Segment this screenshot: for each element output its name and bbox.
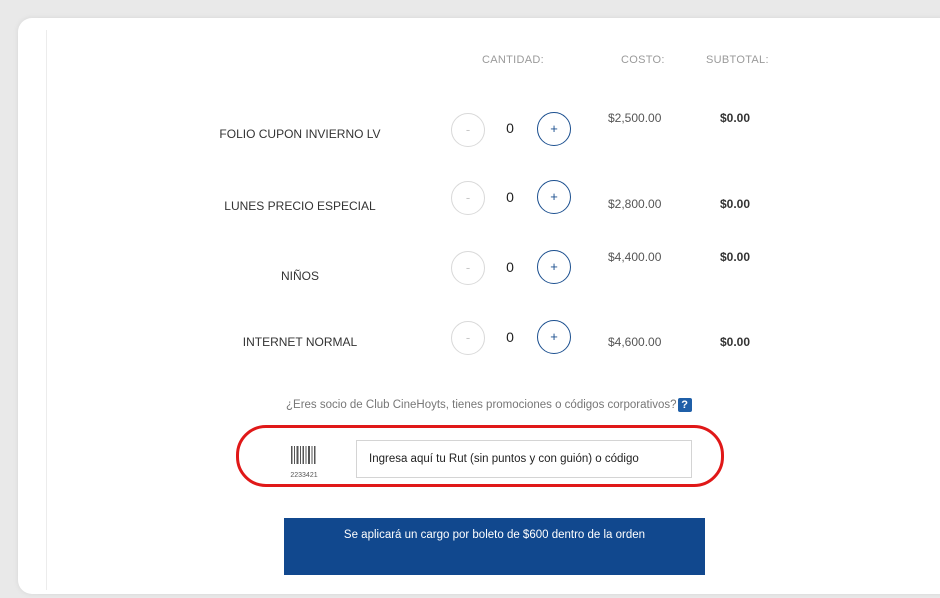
ticket-subtotal: $0.00 bbox=[720, 250, 751, 264]
quantity-value: 0 bbox=[506, 189, 514, 205]
promo-question: ¿Eres socio de Club CineHoyts, tienes pr… bbox=[286, 398, 706, 412]
increase-button[interactable]: + bbox=[537, 112, 571, 146]
increase-button[interactable]: + bbox=[537, 180, 571, 214]
quantity-value: 0 bbox=[506, 120, 514, 136]
ticket-subtotal: $0.00 bbox=[720, 335, 751, 349]
header-subtotal: SUBTOTAL: bbox=[706, 54, 769, 66]
ticket-label: INTERNET NORMAL bbox=[242, 335, 358, 349]
quantity-value: 0 bbox=[506, 329, 514, 345]
ticket-subtotal: $0.00 bbox=[720, 197, 751, 211]
quantity-value: 0 bbox=[506, 259, 514, 275]
help-icon[interactable]: ? bbox=[677, 398, 692, 412]
ticket-label: LUNES PRECIO ESPECIAL bbox=[224, 199, 376, 213]
ticket-price: $2,500.00 bbox=[608, 111, 662, 125]
input-highlight-outline bbox=[236, 425, 724, 487]
decrease-button[interactable]: - bbox=[451, 113, 485, 147]
card-divider bbox=[46, 30, 47, 590]
decrease-button[interactable]: - bbox=[451, 321, 485, 355]
ticket-price: $4,400.00 bbox=[608, 250, 662, 264]
ticket-label: FOLIO CUPON INVIERNO LV bbox=[219, 127, 381, 141]
header-costo: COSTO: bbox=[621, 54, 665, 66]
increase-button[interactable]: + bbox=[537, 320, 571, 354]
header-cantidad: CANTIDAD: bbox=[482, 54, 544, 66]
ticket-subtotal: $0.00 bbox=[720, 111, 751, 125]
ticket-label: NIÑOS bbox=[280, 269, 319, 283]
increase-button[interactable]: + bbox=[537, 250, 571, 284]
ticket-price: $2,800.00 bbox=[608, 197, 662, 211]
decrease-button[interactable]: - bbox=[451, 181, 485, 215]
ticket-fee-notice: Se aplicará un cargo por boleto de $600 … bbox=[284, 518, 705, 575]
ticket-card bbox=[18, 18, 940, 594]
decrease-button[interactable]: - bbox=[451, 251, 485, 285]
ticket-price: $4,600.00 bbox=[608, 335, 662, 349]
promo-question-text: ¿Eres socio de Club CineHoyts, tienes pr… bbox=[286, 399, 677, 412]
